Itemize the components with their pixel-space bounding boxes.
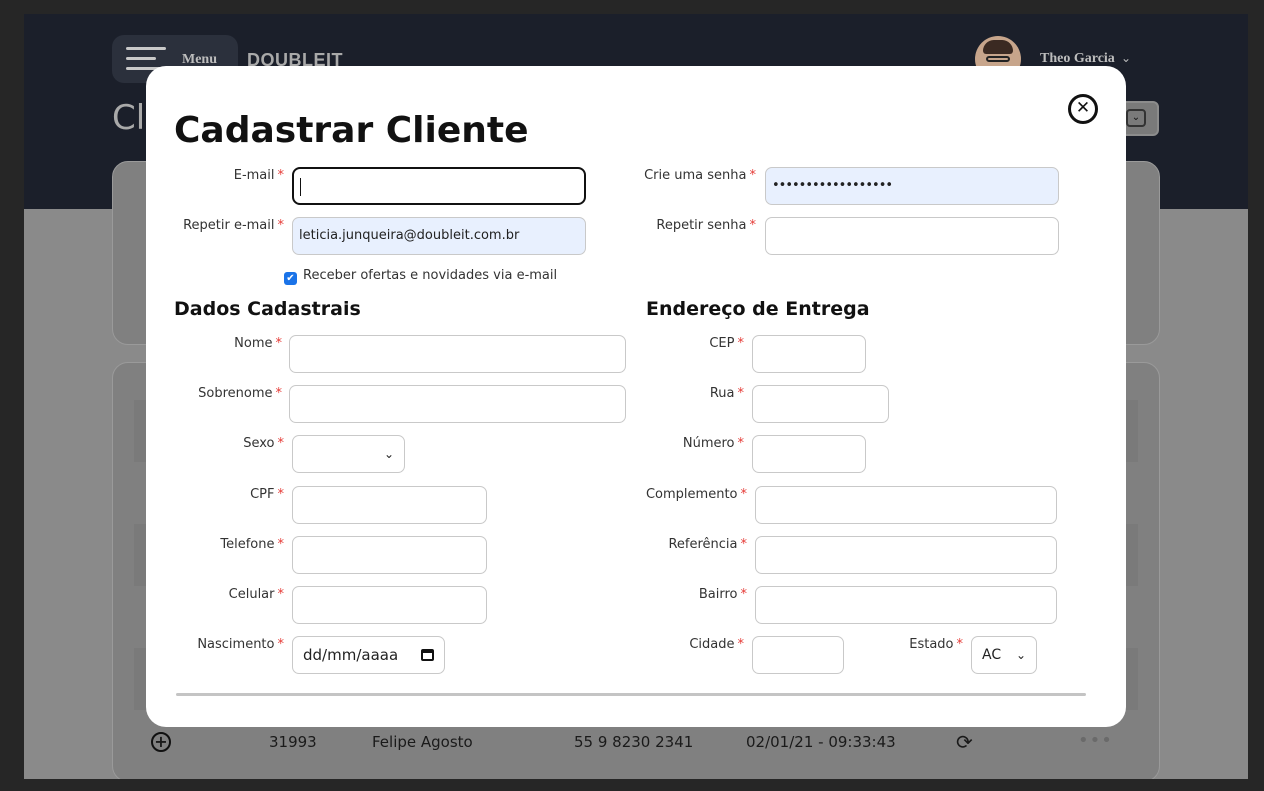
cpf-field[interactable] bbox=[292, 486, 487, 524]
telefone-field[interactable] bbox=[292, 536, 487, 574]
user-name[interactable]: Theo Garcia bbox=[1040, 51, 1115, 67]
repeat-email-field[interactable]: leticia.junqueira@doubleit.com.br bbox=[292, 217, 586, 255]
table-row[interactable]: + 31993 Felipe Agosto 55 9 8230 2341 02/… bbox=[136, 728, 1136, 756]
repeat-email-label: Repetir e-mail * bbox=[183, 218, 284, 233]
cep-label: CEP * bbox=[709, 336, 744, 351]
rua-label: Rua * bbox=[709, 386, 744, 401]
password-label: Crie uma senha * bbox=[644, 168, 756, 183]
chevron-down-icon: ⌄ bbox=[383, 447, 394, 461]
calendar-icon[interactable] bbox=[421, 649, 434, 661]
delivery-address-title: Endereço de Entrega bbox=[646, 298, 870, 320]
cpf-label: CPF * bbox=[250, 487, 284, 502]
referencia-field[interactable] bbox=[755, 536, 1057, 574]
checkmark-icon[interactable]: ✔ bbox=[284, 272, 297, 285]
sexo-select[interactable]: ⌄ bbox=[292, 435, 405, 473]
estado-select[interactable]: AC ⌄ bbox=[971, 636, 1037, 674]
register-client-modal: ✕ Cadastrar Cliente E-mail * Repetir e-ma… bbox=[146, 66, 1126, 727]
telefone-label: Telefone * bbox=[220, 537, 284, 552]
modal-title: Cadastrar Cliente bbox=[174, 110, 529, 151]
row-datetime: 02/01/21 - 09:33:43 bbox=[746, 733, 896, 751]
chevron-down-icon: ⌄ bbox=[1126, 109, 1146, 127]
personal-data-title: Dados Cadastrais bbox=[174, 298, 361, 320]
estado-label: Estado * bbox=[909, 637, 963, 652]
sobrenome-label: Sobrenome * bbox=[198, 386, 282, 401]
text-caret bbox=[300, 177, 301, 196]
row-id: 31993 bbox=[269, 733, 317, 751]
nome-field[interactable] bbox=[289, 335, 626, 373]
chevron-down-icon: ⌄ bbox=[1015, 648, 1026, 662]
bairro-label: Bairro * bbox=[698, 587, 747, 602]
nome-label: Nome * bbox=[234, 336, 282, 351]
nascimento-label: Nascimento * bbox=[197, 637, 284, 652]
password-field[interactable]: •••••••••••••••••• bbox=[765, 167, 1059, 205]
rua-field[interactable] bbox=[752, 385, 889, 423]
email-field[interactable] bbox=[292, 167, 586, 205]
sync-icon[interactable]: ⟳ bbox=[956, 730, 973, 754]
repeat-password-field[interactable] bbox=[765, 217, 1059, 255]
newsletter-checkbox[interactable]: ✔ Receber ofertas e novidades via e-mail bbox=[284, 268, 557, 285]
sobrenome-field[interactable] bbox=[289, 385, 626, 423]
complemento-field[interactable] bbox=[755, 486, 1057, 524]
expand-plus-icon[interactable]: + bbox=[151, 732, 171, 752]
numero-label: Número * bbox=[682, 436, 744, 451]
cep-field[interactable] bbox=[752, 335, 866, 373]
celular-label: Celular * bbox=[228, 587, 284, 602]
cidade-label: Cidade * bbox=[689, 637, 744, 652]
more-options-icon[interactable]: ••• bbox=[1078, 730, 1113, 751]
row-phone: 55 9 8230 2341 bbox=[574, 733, 694, 751]
row-name: Felipe Agosto bbox=[372, 733, 473, 751]
close-icon[interactable]: ✕ bbox=[1068, 94, 1098, 124]
email-label: E-mail * bbox=[233, 168, 284, 183]
numero-field[interactable] bbox=[752, 435, 866, 473]
referencia-label: Referência * bbox=[668, 537, 747, 552]
modal-divider bbox=[176, 693, 1086, 696]
newsletter-label: Receber ofertas e novidades via e-mail bbox=[303, 268, 558, 283]
celular-field[interactable] bbox=[292, 586, 487, 624]
chevron-down-icon[interactable]: ⌄ bbox=[1121, 51, 1131, 65]
sexo-label: Sexo * bbox=[243, 436, 284, 451]
nascimento-date-input[interactable]: dd/mm/aaaa bbox=[292, 636, 445, 674]
page-title: Cl bbox=[112, 98, 146, 138]
complemento-label: Complemento * bbox=[645, 487, 747, 502]
cidade-field[interactable] bbox=[752, 636, 844, 674]
bairro-field[interactable] bbox=[755, 586, 1057, 624]
repeat-password-label: Repetir senha * bbox=[656, 218, 756, 233]
